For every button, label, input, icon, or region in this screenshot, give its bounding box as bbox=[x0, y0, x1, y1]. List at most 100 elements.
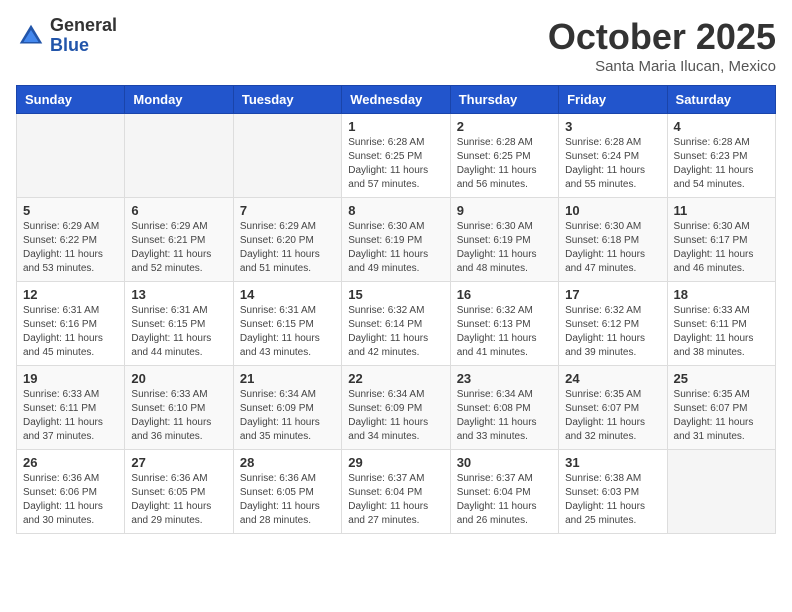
calendar-day-cell bbox=[125, 114, 233, 198]
day-number: 11 bbox=[674, 203, 769, 218]
day-number: 13 bbox=[131, 287, 226, 302]
calendar-week-row: 19Sunrise: 6:33 AM Sunset: 6:11 PM Dayli… bbox=[17, 366, 776, 450]
day-info: Sunrise: 6:28 AM Sunset: 6:24 PM Dayligh… bbox=[565, 136, 660, 192]
day-number: 6 bbox=[131, 203, 226, 218]
calendar-day-cell: 30 Sunrise: 6:37 AM Sunset: 6:04 PM Dayli… bbox=[450, 450, 558, 534]
calendar-day-cell: 5Sunrise: 6:29 AM Sunset: 6:22 PM Daylig… bbox=[17, 198, 125, 282]
calendar-day-cell: 27 Sunrise: 6:36 AM Sunset: 6:05 PM Dayli… bbox=[125, 450, 233, 534]
day-number: 28 bbox=[240, 455, 335, 470]
calendar-day-cell bbox=[233, 114, 341, 198]
day-info: Sunrise: 6:38 AM Sunset: 6:03 PM Dayligh… bbox=[565, 472, 660, 528]
day-info: Sunrise: 6:28 AM Sunset: 6:25 PM Dayligh… bbox=[348, 136, 443, 192]
calendar-location: Santa Maria Ilucan, Mexico bbox=[548, 58, 776, 75]
day-info: Sunrise: 6:30 AM Sunset: 6:17 PM Dayligh… bbox=[674, 220, 769, 276]
calendar-day-cell: 26 Sunrise: 6:36 AM Sunset: 6:06 PM Dayli… bbox=[17, 450, 125, 534]
calendar-title: October 2025 bbox=[548, 16, 776, 58]
calendar-day-cell: 8Sunrise: 6:30 AM Sunset: 6:19 PM Daylig… bbox=[342, 198, 450, 282]
day-number: 17 bbox=[565, 287, 660, 302]
calendar-day-cell: 15Sunrise: 6:32 AM Sunset: 6:14 PM Dayli… bbox=[342, 282, 450, 366]
calendar-day-cell: 1Sunrise: 6:28 AM Sunset: 6:25 PM Daylig… bbox=[342, 114, 450, 198]
calendar-day-cell: 23 Sunrise: 6:34 AM Sunset: 6:08 PM Dayli… bbox=[450, 366, 558, 450]
day-of-week-header: Wednesday bbox=[342, 86, 450, 114]
day-info: Sunrise: 6:31 AM Sunset: 6:15 PM Dayligh… bbox=[131, 304, 226, 360]
day-info: Sunrise: 6:31 AM Sunset: 6:16 PM Dayligh… bbox=[23, 304, 118, 360]
calendar-day-cell: 10 Sunrise: 6:30 AM Sunset: 6:18 PM Dayli… bbox=[559, 198, 667, 282]
calendar-day-cell: 29 Sunrise: 6:37 AM Sunset: 6:04 PM Dayli… bbox=[342, 450, 450, 534]
calendar-day-cell: 7Sunrise: 6:29 AM Sunset: 6:20 PM Daylig… bbox=[233, 198, 341, 282]
day-number: 16 bbox=[457, 287, 552, 302]
day-info: Sunrise: 6:35 AM Sunset: 6:07 PM Dayligh… bbox=[565, 388, 660, 444]
day-info: Sunrise: 6:28 AM Sunset: 6:23 PM Dayligh… bbox=[674, 136, 769, 192]
logo-icon bbox=[16, 21, 46, 51]
calendar-day-cell: 16Sunrise: 6:32 AM Sunset: 6:13 PM Dayli… bbox=[450, 282, 558, 366]
calendar-day-cell: 9 Sunrise: 6:30 AM Sunset: 6:19 PM Daylig… bbox=[450, 198, 558, 282]
calendar-day-cell: 6 Sunrise: 6:29 AM Sunset: 6:21 PM Daylig… bbox=[125, 198, 233, 282]
calendar-day-cell: 17Sunrise: 6:32 AM Sunset: 6:12 PM Dayli… bbox=[559, 282, 667, 366]
calendar-day-cell: 11 Sunrise: 6:30 AM Sunset: 6:17 PM Dayli… bbox=[667, 198, 775, 282]
day-info: Sunrise: 6:37 AM Sunset: 6:04 PM Dayligh… bbox=[348, 472, 443, 528]
day-number: 10 bbox=[565, 203, 660, 218]
day-info: Sunrise: 6:34 AM Sunset: 6:09 PM Dayligh… bbox=[348, 388, 443, 444]
day-number: 2 bbox=[457, 119, 552, 134]
day-number: 24 bbox=[565, 371, 660, 386]
calendar-day-cell: 21Sunrise: 6:34 AM Sunset: 6:09 PM Dayli… bbox=[233, 366, 341, 450]
logo-general-text: General bbox=[50, 16, 117, 36]
day-info: Sunrise: 6:36 AM Sunset: 6:06 PM Dayligh… bbox=[23, 472, 118, 528]
logo-text: General Blue bbox=[50, 16, 117, 56]
day-info: Sunrise: 6:30 AM Sunset: 6:19 PM Dayligh… bbox=[457, 220, 552, 276]
calendar-day-cell: 28Sunrise: 6:36 AM Sunset: 6:05 PM Dayli… bbox=[233, 450, 341, 534]
day-number: 5 bbox=[23, 203, 118, 218]
day-info: Sunrise: 6:29 AM Sunset: 6:20 PM Dayligh… bbox=[240, 220, 335, 276]
day-info: Sunrise: 6:30 AM Sunset: 6:18 PM Dayligh… bbox=[565, 220, 660, 276]
calendar-week-row: 26 Sunrise: 6:36 AM Sunset: 6:06 PM Dayli… bbox=[17, 450, 776, 534]
page-header: General Blue October 2025 Santa Maria Il… bbox=[16, 16, 776, 75]
day-number: 26 bbox=[23, 455, 118, 470]
day-of-week-header: Saturday bbox=[667, 86, 775, 114]
logo-blue-text: Blue bbox=[50, 36, 117, 56]
calendar-day-cell: 3 Sunrise: 6:28 AM Sunset: 6:24 PM Daylig… bbox=[559, 114, 667, 198]
day-number: 25 bbox=[674, 371, 769, 386]
day-info: Sunrise: 6:33 AM Sunset: 6:11 PM Dayligh… bbox=[674, 304, 769, 360]
day-number: 30 bbox=[457, 455, 552, 470]
day-info: Sunrise: 6:37 AM Sunset: 6:04 PM Dayligh… bbox=[457, 472, 552, 528]
day-number: 27 bbox=[131, 455, 226, 470]
day-number: 22 bbox=[348, 371, 443, 386]
logo: General Blue bbox=[16, 16, 117, 56]
day-info: Sunrise: 6:33 AM Sunset: 6:10 PM Dayligh… bbox=[131, 388, 226, 444]
calendar-header-row: SundayMondayTuesdayWednesdayThursdayFrid… bbox=[17, 86, 776, 114]
calendar-day-cell bbox=[17, 114, 125, 198]
day-number: 23 bbox=[457, 371, 552, 386]
day-info: Sunrise: 6:34 AM Sunset: 6:08 PM Dayligh… bbox=[457, 388, 552, 444]
day-info: Sunrise: 6:32 AM Sunset: 6:14 PM Dayligh… bbox=[348, 304, 443, 360]
day-number: 18 bbox=[674, 287, 769, 302]
calendar-day-cell: 12 Sunrise: 6:31 AM Sunset: 6:16 PM Dayli… bbox=[17, 282, 125, 366]
day-number: 14 bbox=[240, 287, 335, 302]
calendar-day-cell: 20Sunrise: 6:33 AM Sunset: 6:10 PM Dayli… bbox=[125, 366, 233, 450]
day-of-week-header: Tuesday bbox=[233, 86, 341, 114]
calendar-day-cell: 2 Sunrise: 6:28 AM Sunset: 6:25 PM Daylig… bbox=[450, 114, 558, 198]
day-number: 8 bbox=[348, 203, 443, 218]
calendar-day-cell: 14 Sunrise: 6:31 AM Sunset: 6:15 PM Dayli… bbox=[233, 282, 341, 366]
calendar-day-cell: 31 Sunrise: 6:38 AM Sunset: 6:03 PM Dayli… bbox=[559, 450, 667, 534]
calendar-week-row: 1Sunrise: 6:28 AM Sunset: 6:25 PM Daylig… bbox=[17, 114, 776, 198]
day-of-week-header: Monday bbox=[125, 86, 233, 114]
day-info: Sunrise: 6:35 AM Sunset: 6:07 PM Dayligh… bbox=[674, 388, 769, 444]
day-number: 12 bbox=[23, 287, 118, 302]
title-block: October 2025 Santa Maria Ilucan, Mexico bbox=[548, 16, 776, 75]
calendar-day-cell: 18 Sunrise: 6:33 AM Sunset: 6:11 PM Dayli… bbox=[667, 282, 775, 366]
day-of-week-header: Thursday bbox=[450, 86, 558, 114]
day-number: 4 bbox=[674, 119, 769, 134]
calendar-day-cell bbox=[667, 450, 775, 534]
day-of-week-header: Friday bbox=[559, 86, 667, 114]
day-number: 31 bbox=[565, 455, 660, 470]
day-number: 3 bbox=[565, 119, 660, 134]
day-number: 9 bbox=[457, 203, 552, 218]
day-number: 29 bbox=[348, 455, 443, 470]
day-info: Sunrise: 6:28 AM Sunset: 6:25 PM Dayligh… bbox=[457, 136, 552, 192]
calendar-week-row: 5Sunrise: 6:29 AM Sunset: 6:22 PM Daylig… bbox=[17, 198, 776, 282]
day-info: Sunrise: 6:31 AM Sunset: 6:15 PM Dayligh… bbox=[240, 304, 335, 360]
day-info: Sunrise: 6:29 AM Sunset: 6:21 PM Dayligh… bbox=[131, 220, 226, 276]
calendar-table: SundayMondayTuesdayWednesdayThursdayFrid… bbox=[16, 85, 776, 534]
calendar-day-cell: 13 Sunrise: 6:31 AM Sunset: 6:15 PM Dayli… bbox=[125, 282, 233, 366]
day-info: Sunrise: 6:36 AM Sunset: 6:05 PM Dayligh… bbox=[131, 472, 226, 528]
